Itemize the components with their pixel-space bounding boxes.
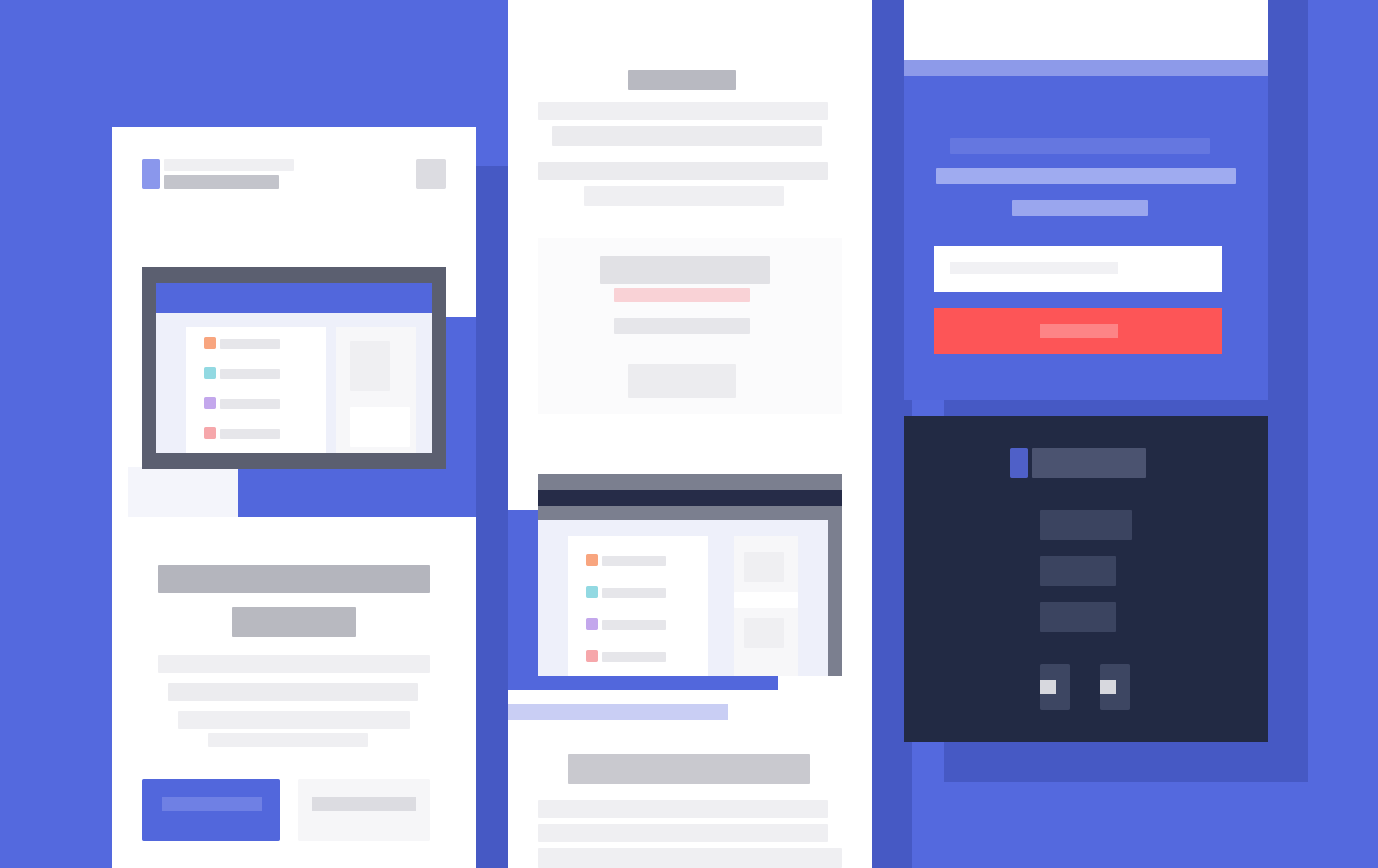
top-strip-edge <box>904 60 1268 76</box>
swatch-purple <box>204 397 216 409</box>
list-item <box>602 620 666 630</box>
cta-heading-line-2 <box>936 168 1236 184</box>
intro-line-4 <box>584 186 784 206</box>
body-line-4 <box>208 733 368 747</box>
kicker <box>628 70 736 90</box>
window-body <box>156 313 432 453</box>
swatch-purple <box>586 618 598 630</box>
list-item <box>220 339 280 349</box>
section-body-line-3 <box>538 848 842 868</box>
left-panel <box>112 127 476 868</box>
social-icon[interactable] <box>1040 664 1070 710</box>
swatch-teal <box>204 367 216 379</box>
feature-tag <box>628 364 736 398</box>
body-line-1 <box>158 655 430 673</box>
swatch-orange <box>204 337 216 349</box>
list-item <box>220 369 280 379</box>
side-block-white <box>734 592 798 608</box>
social-icon-glyph <box>1100 680 1116 694</box>
section-body-line-1 <box>538 800 828 818</box>
primary-button[interactable] <box>142 779 280 841</box>
window-side-column <box>734 536 798 676</box>
illustration-backdrop-light <box>128 467 238 517</box>
list-item <box>602 652 666 662</box>
social-icon-glyph <box>1040 680 1056 694</box>
social-icon[interactable] <box>1100 664 1130 710</box>
app-illustration-2 <box>508 474 872 724</box>
list-item <box>602 556 666 566</box>
secondary-button-label <box>312 797 416 811</box>
feature-meta <box>614 318 750 334</box>
logo-icon[interactable] <box>142 159 160 189</box>
feature-card[interactable] <box>538 238 842 414</box>
swatch-teal <box>586 586 598 598</box>
swatch-pink <box>204 427 216 439</box>
footer <box>904 416 1268 742</box>
side-block <box>744 552 784 582</box>
submit-button-label <box>1040 324 1118 338</box>
top-strip <box>904 0 1268 60</box>
intro-line-2 <box>552 126 822 146</box>
side-block-white <box>350 407 410 447</box>
right-panel <box>904 0 1268 742</box>
window-frame <box>142 267 446 469</box>
middle-panel <box>508 0 872 868</box>
cta-section <box>904 76 1268 400</box>
window-titlebar <box>538 490 842 506</box>
brand-name <box>164 175 279 189</box>
headline-line-1 <box>158 565 430 593</box>
submit-button[interactable] <box>934 308 1222 354</box>
feature-title <box>600 256 770 284</box>
window-list <box>568 536 708 676</box>
footer-brand <box>1032 448 1146 478</box>
email-input[interactable] <box>934 246 1222 292</box>
app-illustration <box>128 267 476 517</box>
footer-link[interactable] <box>1040 510 1132 540</box>
footer-link[interactable] <box>1040 602 1116 632</box>
window-list <box>186 327 326 453</box>
intro-line-3 <box>538 162 828 180</box>
email-input-placeholder <box>950 262 1118 274</box>
footer-logo-icon[interactable] <box>1010 448 1028 478</box>
side-block <box>744 618 784 648</box>
swatch-pink <box>586 650 598 662</box>
body-line-3 <box>178 711 410 729</box>
window-body <box>538 520 828 676</box>
window-titlebar <box>156 283 432 313</box>
intro-line-1 <box>538 102 828 120</box>
list-item <box>602 588 666 598</box>
section-title <box>568 754 810 784</box>
illustration-backdrop-light <box>508 704 728 720</box>
cta-heading-line-1 <box>950 138 1210 154</box>
secondary-button[interactable] <box>298 779 430 841</box>
footer-link[interactable] <box>1040 556 1116 586</box>
brand-tagline <box>164 159 294 171</box>
swatch-orange <box>586 554 598 566</box>
left-panel-shadow <box>476 166 508 868</box>
list-item <box>220 399 280 409</box>
primary-button-label <box>162 797 262 811</box>
list-item <box>220 429 280 439</box>
window-side-column <box>336 327 416 453</box>
cta-heading-line-3 <box>1012 200 1148 216</box>
headline-line-2 <box>232 607 356 637</box>
window-frame <box>538 474 842 676</box>
menu-icon[interactable] <box>416 159 446 189</box>
side-block <box>350 341 390 391</box>
section-body-line-2 <box>538 824 828 842</box>
feature-link[interactable] <box>614 288 750 302</box>
body-line-2 <box>168 683 418 701</box>
